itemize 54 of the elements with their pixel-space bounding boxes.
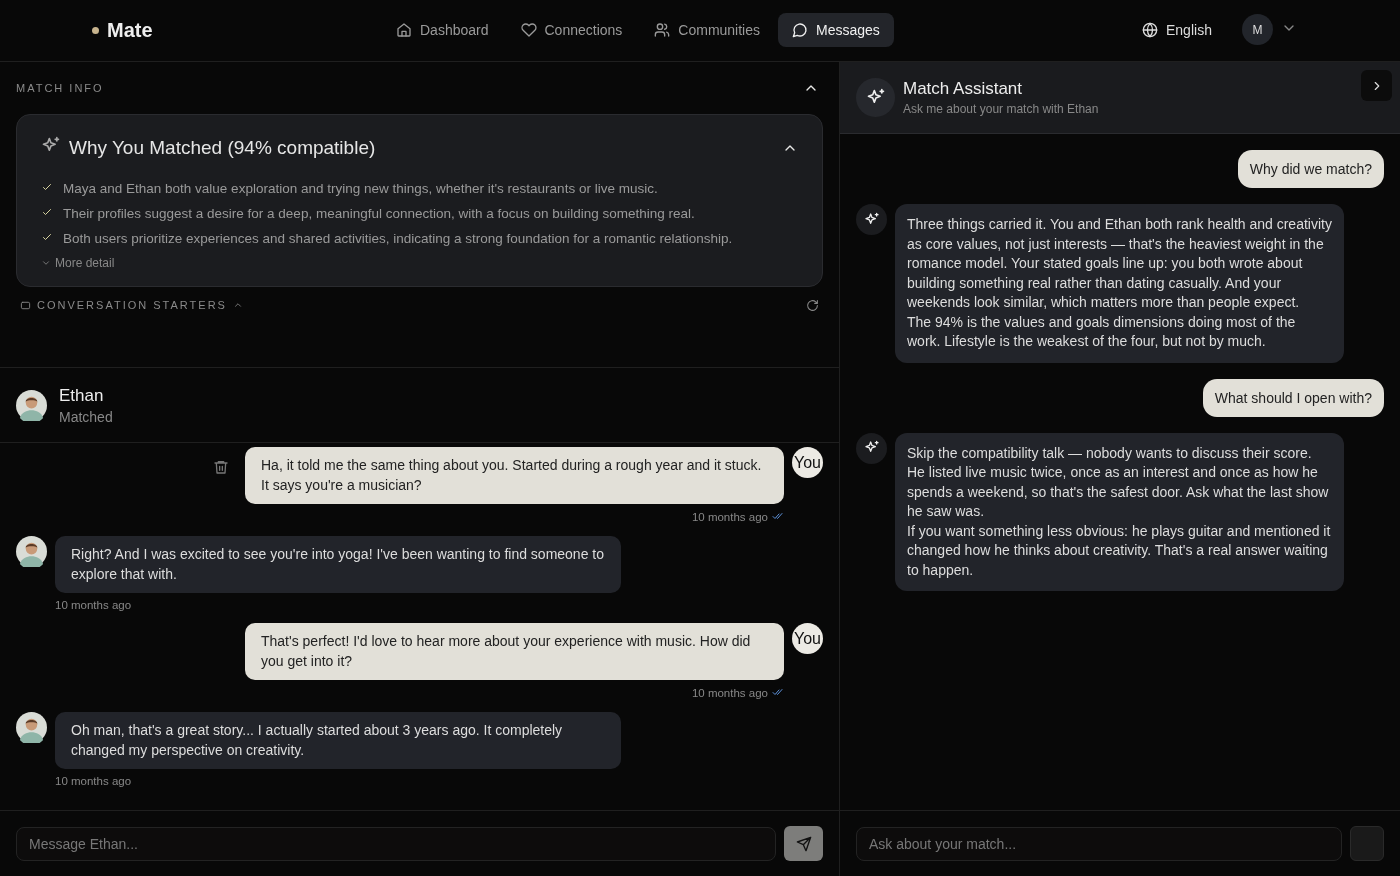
reason-text: Both users prioritize experiences and shared activities, indicating a strong foundation for a romantic relationship.	[63, 231, 733, 246]
double-check-icon	[772, 686, 784, 698]
message-input[interactable]: Message Ethan...	[16, 826, 776, 861]
chat-bubble-icon	[792, 22, 809, 38]
chevron-down-icon	[41, 258, 51, 268]
avatar	[16, 389, 47, 421]
question-bubble: What should I open with?	[1202, 378, 1384, 417]
message-square-icon	[20, 299, 31, 311]
contact-status: Matched	[59, 408, 113, 425]
message-bubble: That's perfect! I'd love to hear more about your experience with music. How did you get into it?	[245, 623, 784, 680]
user-avatar: You	[792, 447, 823, 478]
user-avatar[interactable]: M	[1241, 14, 1273, 45]
language-button[interactable]: English	[1142, 21, 1212, 38]
send-button[interactable]	[784, 826, 823, 861]
assistant-subtitle: Ask me about your match with Ethan	[903, 102, 1099, 116]
more-detail-link[interactable]: More detail	[41, 256, 115, 270]
assistant-input[interactable]: Ask about your match...	[856, 826, 1342, 861]
check-icon	[41, 231, 53, 243]
section-label: MATCH INFO	[16, 82, 104, 94]
message-bubble: Ha, it told me the same thing about you. Started during a rough year and it stuck. It says you're a musician?	[245, 447, 784, 504]
check-icon	[41, 181, 53, 193]
message-bubble: Oh man, that's a great story... I actually started about 3 years ago. It completely changed my perspective on creativity.	[55, 712, 621, 769]
user-avatar: You	[792, 623, 823, 654]
double-check-icon	[772, 510, 784, 522]
home-icon	[396, 22, 412, 38]
message-time: 10 months ago	[55, 775, 132, 787]
nav-tab[interactable]: Dashboard	[382, 13, 503, 47]
send-icon	[795, 835, 812, 852]
trash-icon	[213, 459, 229, 475]
refresh-icon	[806, 298, 819, 312]
users-icon	[654, 22, 671, 38]
check-icon	[41, 206, 53, 218]
message-bubble: Right? And I was excited to see you're into yoga! I've been wanting to find someone to explore that with.	[55, 536, 621, 593]
heart-icon	[520, 22, 537, 38]
answer-bubble: Three things carried it. You and Ethan both rank health and creativity as core values, not just interests — that's the heaviest weight in the romance model. Your stated goals line up: you both wrote about building something real rather than dating casually. And your weekends look similar, which matters more than people expect. The 94% is the values and goals dimensions doing most of the work. Lifestyle is the weakest of the four, but not by much.	[895, 204, 1344, 363]
section-label: CONVERSATION STARTERS	[37, 299, 227, 311]
globe-icon	[1142, 21, 1158, 38]
reason-text: Their profiles suggest a desire for a deep, meaningful connection, with a focus on building something real.	[63, 206, 695, 221]
message-time: 10 months ago	[691, 687, 768, 699]
nav-tab[interactable]: Connections	[506, 13, 637, 47]
nav-tab[interactable]: Communities	[640, 13, 775, 47]
question-bubble: Why did we match?	[1237, 150, 1384, 188]
answer-bubble: Skip the compatibility talk — nobody wants to discuss their score. He listed live music twice, once as an interest and once as how he spends a weekend, so that's the safest door. Ask what the last show he saw was. If you want something less obvious: he plays guitar and mentioned it changed how he thinks about creativity. That's a real answer waiting to happen.	[895, 432, 1344, 591]
nav-tab[interactable]: Messages	[778, 13, 894, 47]
reason-text: Maya and Ethan both value exploration and trying new things, whether it's restaurants or live music.	[63, 181, 658, 196]
card-title: Why You Matched (94% compatible)	[69, 137, 377, 159]
contact-name: Ethan	[59, 385, 105, 406]
avatar	[16, 712, 47, 743]
brand-dot	[92, 27, 99, 34]
brand-name: Mate	[107, 19, 153, 42]
message-time: 10 months ago	[55, 599, 132, 611]
avatar	[16, 536, 47, 567]
message-time: 10 months ago	[691, 511, 768, 523]
assistant-title: Match Assistant	[903, 79, 1024, 99]
